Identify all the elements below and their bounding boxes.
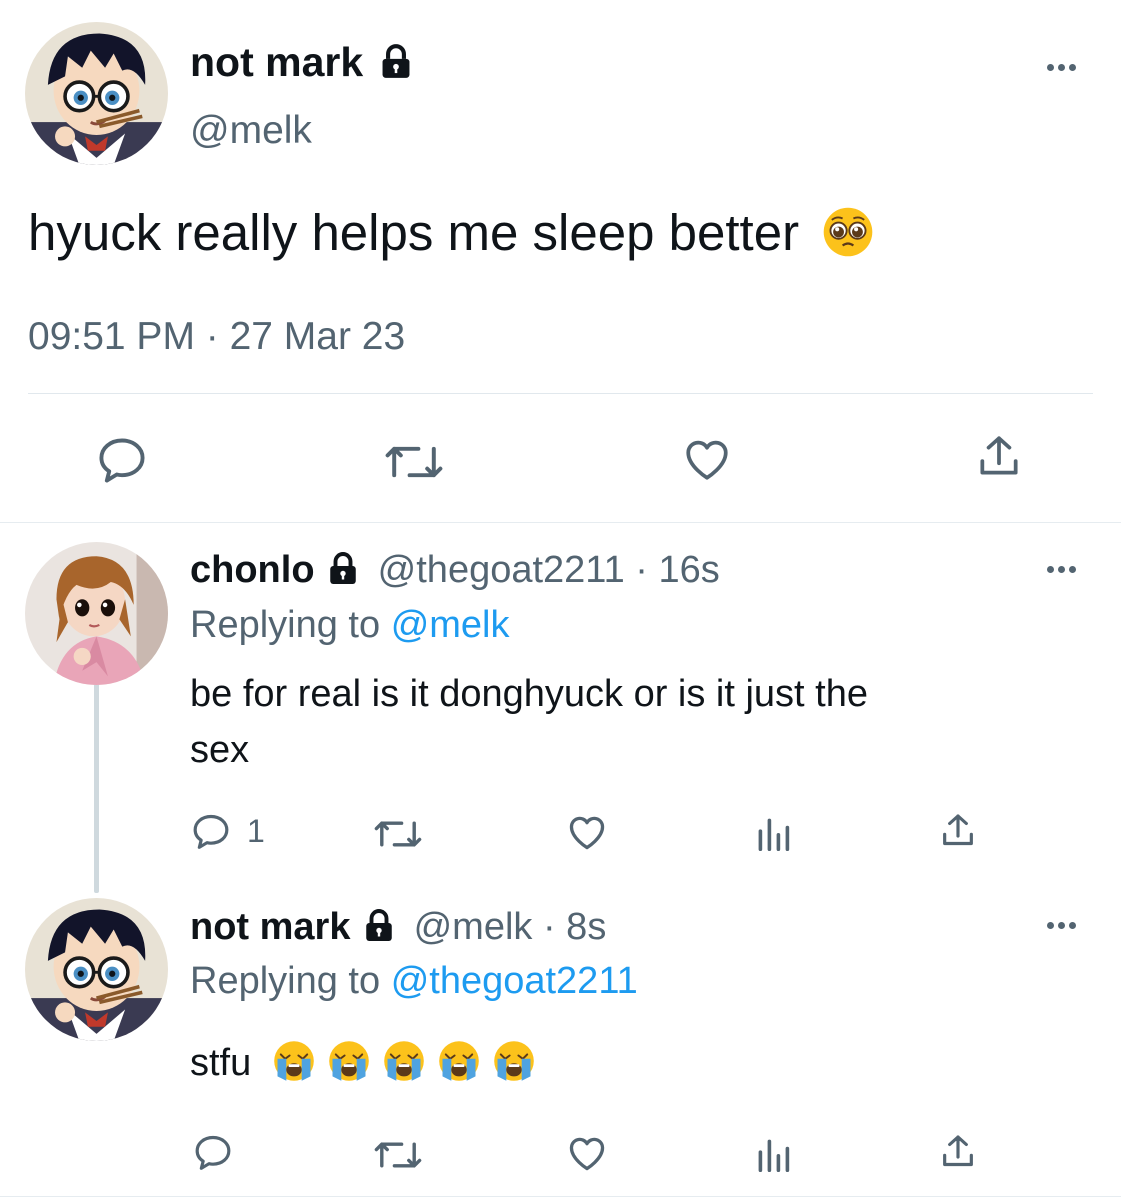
divider (0, 1196, 1121, 1197)
reply-icon[interactable] (96, 436, 148, 484)
more-options-icon[interactable] (1047, 566, 1076, 573)
loudly-crying-face-emoji (384, 1041, 424, 1081)
reply-header: chonlo @thegoat2211 · 16s (190, 547, 720, 593)
share-icon[interactable] (939, 811, 977, 851)
lock-icon (366, 909, 392, 941)
reply-text-line2: sex (190, 729, 250, 771)
replying-to: Replying to @thegoat2211 (190, 958, 638, 1004)
share-icon[interactable] (975, 432, 1023, 482)
avatar-not-mark[interactable] (25, 22, 168, 165)
reply-count: 1 (247, 813, 265, 849)
lock-icon (382, 44, 410, 79)
replying-to-label: Replying to (190, 604, 381, 646)
retweet-icon[interactable] (372, 1137, 424, 1173)
reply-handle-time[interactable]: @thegoat2211 · 16s (378, 549, 720, 591)
tweet-text: hyuck really helps me sleep better (28, 203, 875, 263)
loudly-crying-face-emoji (439, 1041, 479, 1081)
retweet-icon[interactable] (383, 440, 445, 484)
like-icon[interactable] (566, 1134, 608, 1172)
reply-display-name[interactable]: chonlo (190, 549, 315, 591)
share-icon[interactable] (939, 1132, 977, 1172)
more-options-icon[interactable] (1047, 64, 1076, 71)
reply-text-line1: be for real is it donghyuck or is it jus… (190, 673, 868, 715)
replying-to-label: Replying to (190, 960, 381, 1002)
display-name[interactable]: not mark (190, 38, 415, 86)
emoji-group (268, 1041, 536, 1084)
reply-text: stfu (190, 1038, 536, 1088)
lock-icon (330, 552, 356, 584)
reply-header: not mark @melk · 8s (190, 904, 606, 950)
retweet-icon[interactable] (372, 816, 424, 852)
avatar-not-mark[interactable] (25, 898, 168, 1041)
reply-display-name[interactable]: not mark (190, 906, 350, 948)
replying-to: Replying to @melk (190, 602, 510, 648)
reply-icon[interactable] (191, 813, 231, 850)
display-name-text: not mark (190, 39, 364, 85)
reply-text-content: stfu (190, 1042, 252, 1084)
reply-handle-time[interactable]: @melk · 8s (414, 906, 607, 948)
loudly-crying-face-emoji (329, 1041, 369, 1081)
loudly-crying-face-emoji (274, 1041, 314, 1081)
tweet-text-content: hyuck really helps me sleep better (28, 204, 800, 261)
like-icon[interactable] (566, 813, 608, 851)
replying-to-link[interactable]: @melk (391, 604, 510, 646)
handle[interactable]: @melk (190, 108, 312, 154)
analytics-icon[interactable] (754, 1136, 792, 1172)
analytics-icon[interactable] (754, 815, 792, 851)
like-icon[interactable] (682, 436, 732, 482)
pleading-face-emoji (823, 207, 873, 256)
divider (0, 522, 1121, 523)
loudly-crying-face-emoji (494, 1041, 534, 1081)
replying-to-link[interactable]: @thegoat2211 (391, 960, 638, 1002)
thread-line (94, 683, 99, 893)
divider (28, 393, 1093, 394)
more-options-icon[interactable] (1047, 922, 1076, 929)
timestamp[interactable]: 09:51 PM · 27 Mar 23 (28, 314, 405, 360)
avatar-chonlo[interactable] (25, 542, 168, 685)
reply-icon[interactable] (193, 1134, 233, 1171)
